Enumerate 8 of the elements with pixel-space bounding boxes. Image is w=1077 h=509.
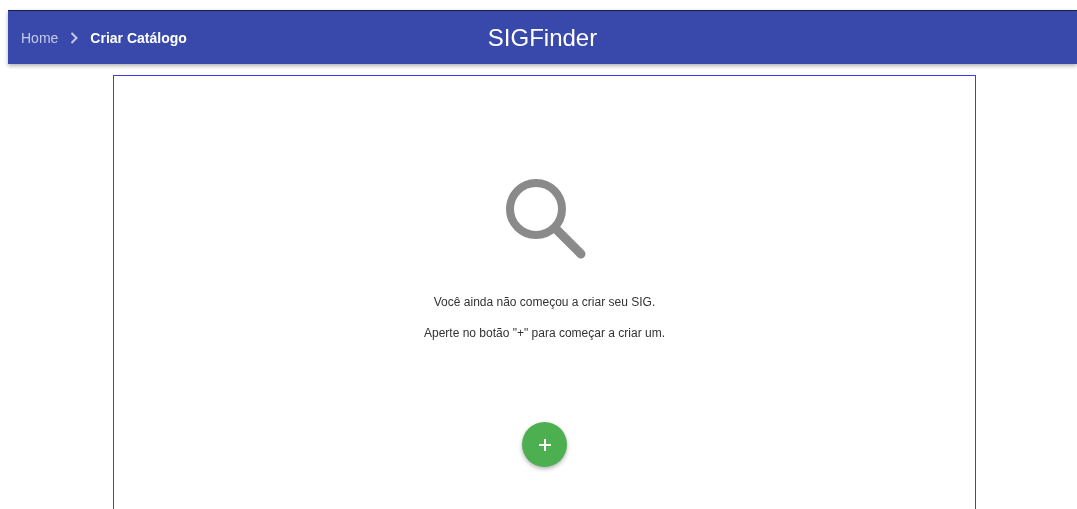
app-title: SIGFinder bbox=[487, 23, 598, 52]
breadcrumb-link[interactable]: Criar Catálogo bbox=[90, 29, 187, 46]
instruction-text: Aperte no botão "+" para começar a criar um. bbox=[424, 325, 665, 341]
add-button[interactable] bbox=[522, 422, 567, 467]
plus-icon bbox=[538, 438, 551, 451]
breadcrumb-link[interactable]: Home bbox=[21, 29, 59, 46]
empty-message: Você ainda não começou a criar seu SIG. bbox=[433, 294, 656, 310]
chevron-right-icon bbox=[70, 31, 79, 44]
